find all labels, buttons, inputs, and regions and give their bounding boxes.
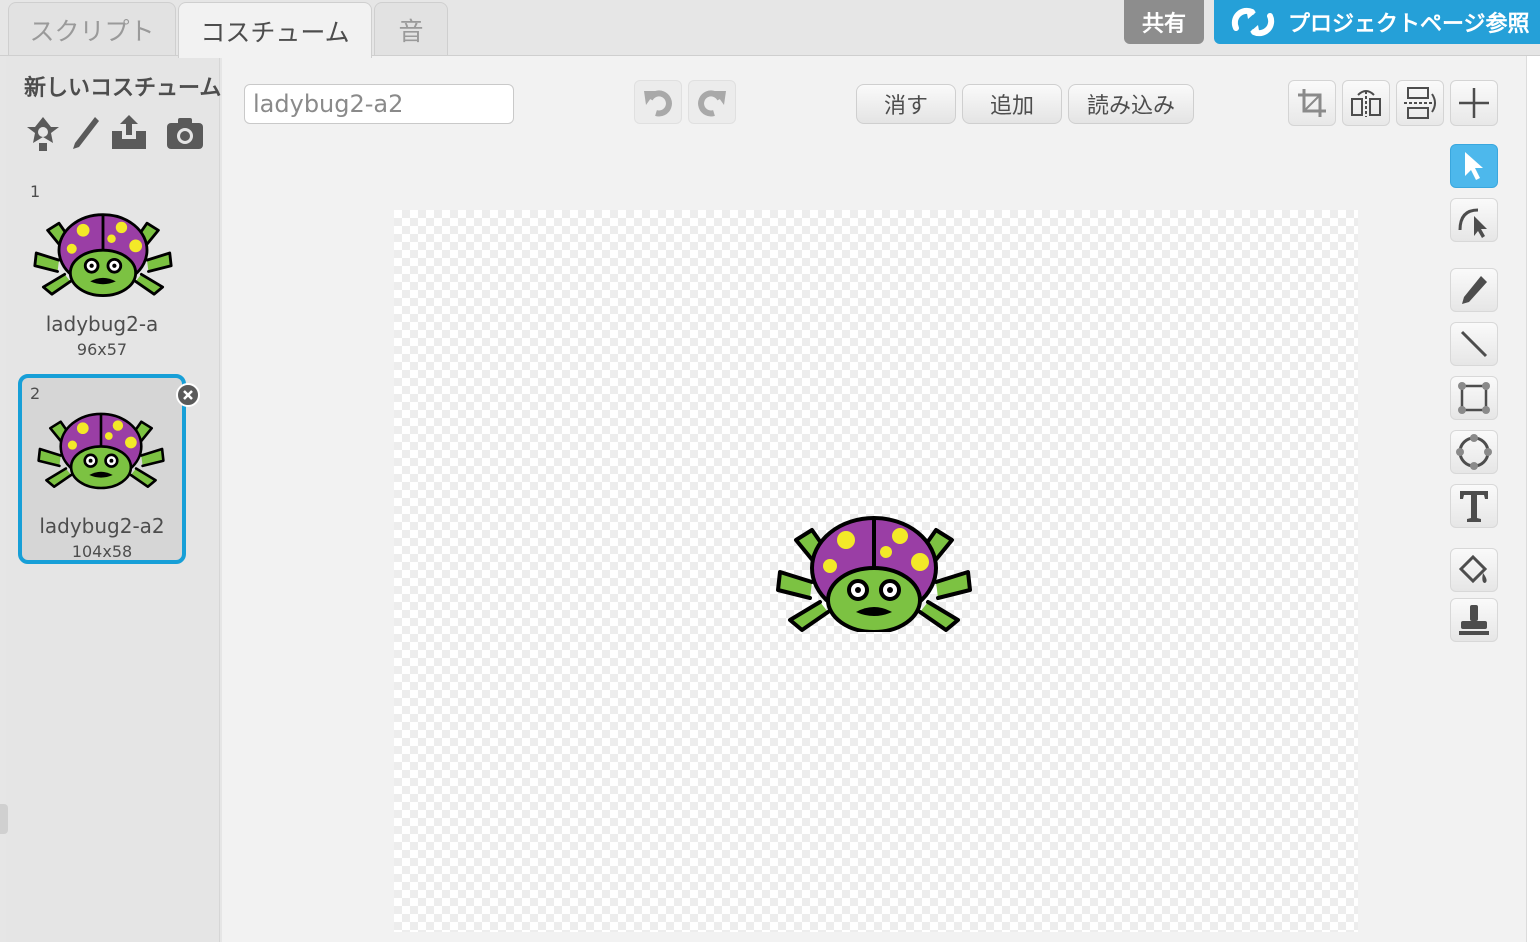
- close-icon: [183, 390, 193, 400]
- text-icon: [1460, 491, 1488, 522]
- costume-name: ladybug2-a: [45, 312, 159, 336]
- costume-item-2[interactable]: 2 ladybug2-a2 104x58: [18, 374, 186, 564]
- choose-from-library-icon[interactable]: [22, 112, 64, 154]
- tab-scripts-label: スクリプト: [29, 16, 155, 46]
- costume-item-1[interactable]: 1 ladybug2-a 96x57: [18, 178, 186, 368]
- pencil-tool[interactable]: [1450, 268, 1498, 312]
- import-button[interactable]: 読み込み: [1068, 84, 1194, 124]
- line-tool[interactable]: [1450, 322, 1498, 366]
- undo-icon: [644, 90, 672, 117]
- select-tool[interactable]: [1450, 144, 1498, 188]
- pencil-icon: [1462, 276, 1487, 304]
- project-page-button[interactable]: プロジェクトページ参照: [1214, 0, 1540, 44]
- costume-name: ladybug2-a2: [39, 514, 165, 538]
- reshape-tool[interactable]: [1450, 198, 1498, 242]
- paint-new-costume-icon[interactable]: [64, 112, 106, 154]
- ellipse-tool[interactable]: [1450, 430, 1498, 474]
- arrow-pointer-icon: [1465, 152, 1483, 180]
- costume-name-input[interactable]: [244, 84, 514, 124]
- sync-icon: [1231, 7, 1275, 37]
- add-button-label: 追加: [989, 94, 1034, 119]
- project-page-label: プロジェクトページ参照: [1288, 12, 1530, 37]
- ladybug-sprite[interactable]: [774, 512, 974, 632]
- redo-button[interactable]: [688, 80, 736, 124]
- clear-button-label: 消す: [883, 94, 928, 119]
- clear-button[interactable]: 消す: [856, 84, 956, 124]
- text-tool[interactable]: [1450, 484, 1498, 528]
- share-button[interactable]: 共有: [1124, 0, 1204, 44]
- ladybug-thumbnail: [33, 213, 173, 298]
- drawing-canvas[interactable]: [394, 210, 1358, 932]
- ellipse-icon: [1456, 434, 1492, 470]
- stamp-icon: [1459, 605, 1489, 635]
- tab-costumes[interactable]: コスチューム: [178, 2, 372, 58]
- stamp-tool[interactable]: [1450, 598, 1498, 642]
- import-button-label: 読み込み: [1086, 94, 1175, 119]
- tab-sounds-label: 音: [398, 16, 424, 46]
- costume-editor-screen: スクリプト コスチューム 音 共有 プロジェクトページ参照 新しいコスチューム:: [0, 0, 1540, 942]
- reshape-icon: [1458, 208, 1487, 238]
- upload-costume-icon[interactable]: [108, 112, 150, 154]
- ladybug-thumbnail: [37, 412, 165, 490]
- crosshair-icon: [1459, 88, 1489, 118]
- flip-horizontal-icon: [1351, 90, 1381, 117]
- tab-sounds[interactable]: 音: [374, 2, 448, 56]
- costume-number: 1: [30, 182, 41, 201]
- right-scroll-edge: [1526, 56, 1540, 942]
- new-costume-label: 新しいコスチューム:: [24, 76, 231, 101]
- fill-tool[interactable]: [1450, 548, 1498, 592]
- costume-size: 96x57: [76, 340, 128, 359]
- panel-resize-handle[interactable]: [0, 804, 8, 834]
- costume-size: 104x58: [71, 542, 133, 561]
- set-center-button[interactable]: [1450, 80, 1498, 126]
- delete-costume-button[interactable]: [176, 383, 200, 407]
- rectangle-icon: [1458, 382, 1490, 414]
- add-button[interactable]: 追加: [962, 84, 1062, 124]
- line-icon: [1460, 330, 1488, 358]
- share-button-label: 共有: [1141, 12, 1186, 37]
- rectangle-tool[interactable]: [1450, 376, 1498, 420]
- paint-bucket-icon: [1458, 554, 1488, 584]
- crop-icon: [1298, 89, 1326, 117]
- crop-button[interactable]: [1288, 80, 1336, 126]
- tab-costumes-label: コスチューム: [200, 17, 350, 47]
- camera-icon[interactable]: [164, 112, 206, 154]
- flip-vertical-button[interactable]: [1396, 80, 1444, 126]
- flip-horizontal-button[interactable]: [1342, 80, 1390, 126]
- flip-vertical-icon: [1404, 87, 1436, 119]
- tab-scripts[interactable]: スクリプト: [8, 2, 176, 56]
- redo-icon: [698, 90, 726, 117]
- undo-button[interactable]: [634, 80, 682, 124]
- costume-number: 2: [30, 384, 41, 403]
